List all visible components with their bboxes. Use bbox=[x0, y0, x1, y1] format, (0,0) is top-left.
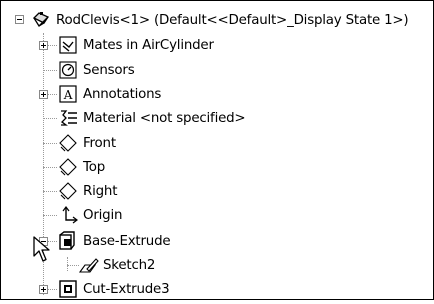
tree-root-label: RodClevis<1> (Default<<Default>_Display … bbox=[56, 12, 409, 28]
tree-connector bbox=[43, 167, 57, 168]
cut-extrude-icon bbox=[57, 278, 79, 300]
part-icon bbox=[30, 9, 52, 31]
tree-item-label: Annotations bbox=[83, 86, 162, 102]
tree-item-cut-extrude3[interactable]: Cut-Extrude3 bbox=[57, 278, 170, 300]
tree-item-material[interactable]: Material <not specified> bbox=[57, 107, 246, 129]
plane-icon bbox=[57, 156, 79, 178]
tree-connector bbox=[43, 215, 57, 216]
svg-text:A: A bbox=[63, 88, 73, 102]
mouse-pointer-icon bbox=[33, 236, 50, 262]
tree-item-label: Front bbox=[83, 135, 116, 151]
plane-icon bbox=[57, 132, 79, 154]
tree-item-label: Right bbox=[83, 183, 118, 199]
tree-item-label: Sketch2 bbox=[103, 257, 156, 273]
expand-toggle-mates[interactable] bbox=[39, 41, 48, 50]
material-icon bbox=[57, 107, 79, 129]
sketch-icon bbox=[77, 254, 99, 276]
tree-item-label: Material <not specified> bbox=[83, 110, 246, 126]
feature-manager-tree: RodClevis<1> (Default<<Default>_Display … bbox=[0, 0, 434, 300]
tree-item-label: Top bbox=[83, 159, 105, 175]
tree-item-right-plane[interactable]: Right bbox=[57, 180, 117, 202]
tree-item-sketch2[interactable]: Sketch2 bbox=[77, 254, 155, 276]
tree-item-annotations[interactable]: A Annotations bbox=[57, 83, 161, 105]
tree-item-label: Base-Extrude bbox=[83, 233, 171, 249]
expand-toggle-annotations[interactable] bbox=[39, 90, 48, 99]
collapse-toggle-root[interactable] bbox=[15, 15, 24, 24]
origin-icon bbox=[57, 204, 79, 226]
tree-item-front-plane[interactable]: Front bbox=[57, 132, 116, 154]
tree-item-label: Cut-Extrude3 bbox=[83, 281, 170, 297]
tree-item-mates[interactable]: Mates in AirCylinder bbox=[57, 34, 214, 56]
tree-item-label: Sensors bbox=[83, 62, 135, 78]
expand-toggle-cut-extrude[interactable] bbox=[39, 285, 48, 294]
tree-connector bbox=[43, 118, 57, 119]
mates-icon bbox=[57, 34, 79, 56]
tree-line-sub bbox=[67, 257, 68, 271]
tree-item-label: Origin bbox=[83, 207, 123, 223]
tree-item-label: Mates in AirCylinder bbox=[83, 37, 214, 53]
tree-item-sensors[interactable]: Sensors bbox=[57, 59, 135, 81]
tree-item-origin[interactable]: Origin bbox=[57, 204, 122, 226]
tree-connector bbox=[43, 191, 57, 192]
tree-connector bbox=[43, 70, 57, 71]
tree-connector bbox=[43, 143, 57, 144]
tree-item-top-plane[interactable]: Top bbox=[57, 156, 105, 178]
tree-root[interactable]: RodClevis<1> (Default<<Default>_Display … bbox=[30, 9, 409, 31]
plane-icon bbox=[57, 180, 79, 202]
sensor-icon bbox=[57, 59, 79, 81]
tree-item-base-extrude[interactable]: Base-Extrude bbox=[57, 230, 171, 252]
annotation-icon: A bbox=[57, 83, 79, 105]
extrude-icon bbox=[57, 230, 79, 252]
